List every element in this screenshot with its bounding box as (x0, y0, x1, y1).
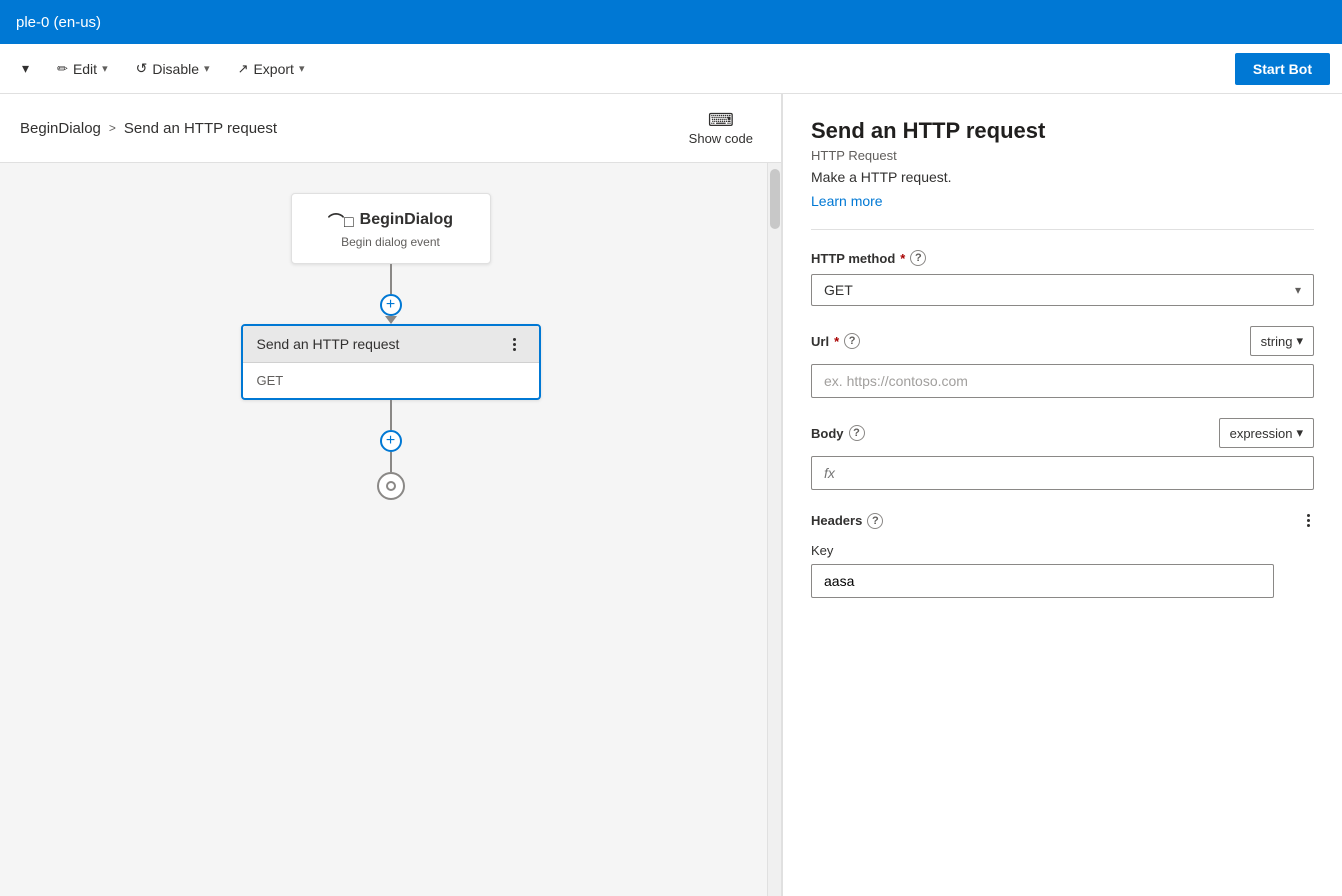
http-method-value: GET (824, 282, 853, 298)
disable-icon: ↺ (136, 60, 148, 77)
body-input[interactable] (811, 456, 1314, 490)
http-request-title: Send an HTTP request (257, 336, 400, 352)
toolbar: ▾ ✏ Edit ▾ ↺ Disable ▾ ↗ Export ▾ Start … (0, 44, 1342, 94)
body-type-value: expression (1230, 426, 1293, 441)
http-request-method-display: GET (243, 363, 539, 398)
headers-label-row: Headers ? (811, 510, 1314, 531)
connector-line-1 (390, 264, 392, 294)
panel-description: Make a HTTP request. (811, 169, 1314, 185)
url-label-text: Url (811, 334, 829, 349)
key-input[interactable] (811, 564, 1274, 598)
url-label-row: Url * ? string ▾ (811, 326, 1314, 356)
right-panel: Send an HTTP request HTTP Request Make a… (782, 94, 1342, 896)
show-code-icon: ⌨ (708, 110, 734, 131)
headers-help-icon[interactable]: ? (867, 513, 883, 529)
flow-container: ⌒□ BeginDialog Begin dialog event + Send… (241, 193, 541, 500)
panel-title: Send an HTTP request (811, 118, 1314, 144)
start-bot-button[interactable]: Start Bot (1235, 53, 1330, 85)
headers-label: Headers ? (811, 513, 883, 529)
canvas-panel: BeginDialog > Send an HTTP request ⌨ Sho… (0, 94, 782, 896)
disable-button[interactable]: ↺ Disable ▾ (126, 54, 220, 83)
body-label: Body ? (811, 425, 865, 441)
end-node (377, 472, 405, 500)
url-input[interactable] (811, 364, 1314, 398)
breadcrumb-current: Send an HTTP request (124, 120, 277, 137)
url-help-icon[interactable]: ? (844, 333, 860, 349)
edit-button[interactable]: ✏ Edit ▾ (47, 55, 118, 83)
disable-label: Disable (152, 61, 199, 77)
edit-icon: ✏ (57, 61, 68, 77)
http-method-help-icon[interactable]: ? (910, 250, 926, 266)
http-method-label: HTTP method * ? (811, 250, 1314, 266)
begin-dialog-title: ⌒□ BeginDialog (312, 208, 470, 232)
top-bar: ple-0 (en-us) (0, 0, 1342, 44)
begin-dialog-subtitle: Begin dialog event (312, 235, 470, 249)
canvas: ⌒□ BeginDialog Begin dialog event + Send… (0, 163, 781, 896)
add-node-button-1[interactable]: + (380, 294, 402, 316)
back-button[interactable]: ▾ (12, 54, 39, 83)
scroll-thumb (770, 169, 780, 229)
disable-chevron-icon: ▾ (204, 62, 210, 75)
arrow-1 (385, 316, 397, 324)
connector-line-2 (390, 400, 392, 430)
edit-label: Edit (73, 61, 97, 77)
scrollbar[interactable] (767, 163, 781, 896)
key-label: Key (811, 543, 1314, 558)
breadcrumb-separator: > (109, 121, 116, 135)
export-chevron-icon: ▾ (299, 62, 305, 75)
panel-divider (811, 229, 1314, 230)
headers-field: Headers ? Key (811, 510, 1314, 598)
body-label-row: Body ? expression ▾ (811, 418, 1314, 448)
end-node-inner (386, 481, 396, 491)
begin-dialog-label: BeginDialog (360, 211, 453, 229)
url-field: Url * ? string ▾ (811, 326, 1314, 398)
breadcrumb: BeginDialog > Send an HTTP request (20, 120, 277, 137)
http-request-header: Send an HTTP request (243, 326, 539, 363)
main-content: BeginDialog > Send an HTTP request ⌨ Sho… (0, 94, 1342, 896)
connector-line-3 (390, 452, 392, 472)
url-type-dropdown[interactable]: string ▾ (1250, 326, 1314, 356)
body-type-dropdown[interactable]: expression ▾ (1219, 418, 1314, 448)
breadcrumb-parent[interactable]: BeginDialog (20, 120, 101, 137)
export-label: Export (253, 61, 293, 77)
body-label-text: Body (811, 426, 844, 441)
headers-actions-menu[interactable] (1303, 510, 1314, 531)
edit-chevron-icon: ▾ (102, 62, 108, 75)
show-code-button[interactable]: ⌨ Show code (681, 106, 761, 150)
http-method-chevron-icon: ▾ (1295, 283, 1301, 297)
http-request-node[interactable]: Send an HTTP request GET (241, 324, 541, 400)
url-type-value: string (1261, 334, 1293, 349)
show-code-label: Show code (689, 131, 753, 146)
begin-dialog-node[interactable]: ⌒□ BeginDialog Begin dialog event (291, 193, 491, 264)
export-icon: ↗ (238, 61, 249, 77)
panel-subtitle: HTTP Request (811, 148, 1314, 163)
chevron-down-icon: ▾ (22, 60, 29, 77)
learn-more-link[interactable]: Learn more (811, 193, 883, 209)
url-required: * (834, 334, 839, 349)
app-title: ple-0 (en-us) (16, 14, 101, 31)
headers-label-text: Headers (811, 513, 862, 528)
begin-dialog-icon: ⌒□ (328, 208, 354, 232)
url-type-chevron-icon: ▾ (1296, 333, 1303, 349)
body-field: Body ? expression ▾ (811, 418, 1314, 490)
http-method-dropdown[interactable]: GET ▾ (811, 274, 1314, 306)
url-label: Url * ? (811, 333, 860, 349)
http-method-label-text: HTTP method (811, 251, 895, 266)
http-request-menu-button[interactable] (505, 338, 525, 351)
http-method-required: * (900, 251, 905, 266)
http-method-field: HTTP method * ? GET ▾ (811, 250, 1314, 306)
add-node-button-2[interactable]: + (380, 430, 402, 452)
body-type-chevron-icon: ▾ (1296, 425, 1303, 441)
export-button[interactable]: ↗ Export ▾ (228, 55, 315, 83)
breadcrumb-bar: BeginDialog > Send an HTTP request ⌨ Sho… (0, 94, 781, 163)
body-help-icon[interactable]: ? (849, 425, 865, 441)
